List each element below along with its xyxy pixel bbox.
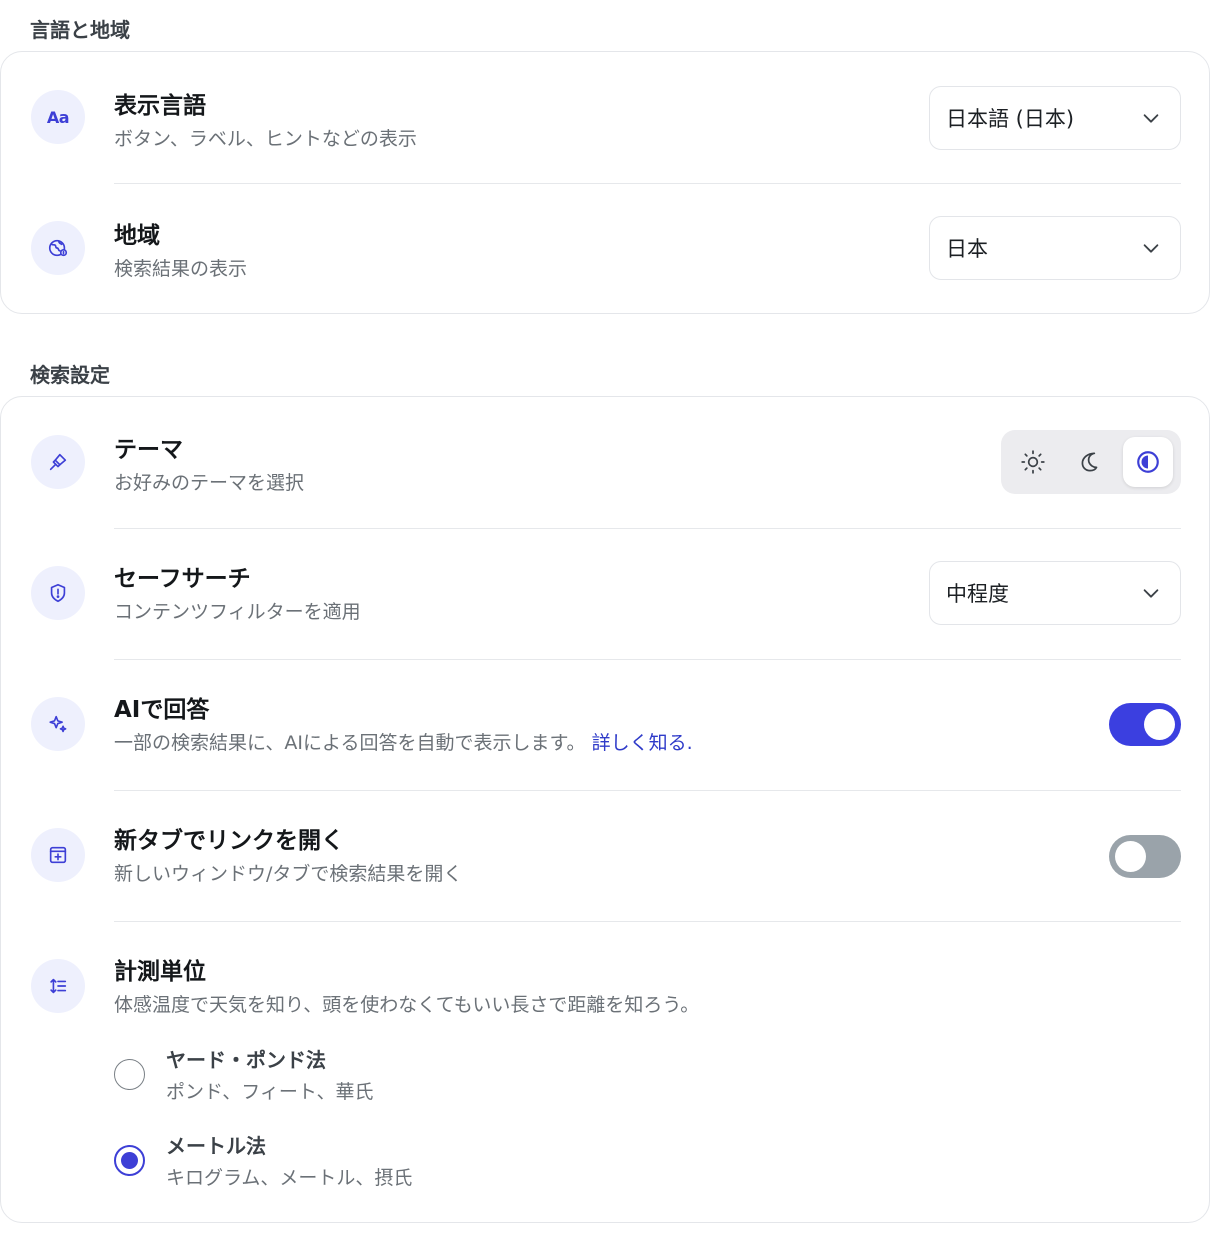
toggle-knob — [1144, 709, 1175, 740]
paintbrush-icon — [31, 435, 85, 489]
new-window-icon — [31, 828, 85, 882]
language-region-card: Aa 表示言語 ボタン、ラベル、ヒントなどの表示 日本語 (日本) 地域 検索結… — [0, 51, 1210, 314]
safe-search-description: コンテンツフィルターを適用 — [114, 601, 361, 623]
chevron-down-icon — [1143, 114, 1159, 123]
contrast-icon — [1137, 451, 1159, 473]
chevron-down-icon — [1143, 244, 1159, 253]
moon-icon — [1081, 452, 1098, 472]
theme-description: お好みのテーマを選択 — [114, 472, 305, 494]
sparkle-icon — [31, 697, 85, 751]
theme-light-button[interactable] — [1008, 437, 1058, 487]
display-language-row: Aa 表示言語 ボタン、ラベル、ヒントなどの表示 日本語 (日本) — [1, 52, 1209, 183]
theme-switcher — [1001, 430, 1181, 494]
region-value: 日本 — [946, 237, 988, 261]
sun-icon — [1021, 450, 1045, 474]
safe-search-select[interactable]: 中程度 — [929, 561, 1181, 625]
units-description: 体感温度で天気を知り、頭を使わなくてもいい長さで距離を知ろう。 — [114, 994, 700, 1016]
new-tab-description: 新しいウィンドウ/タブで検索結果を開く — [114, 863, 463, 885]
region-title: 地域 — [114, 223, 160, 249]
display-language-value: 日本語 (日本) — [946, 107, 1075, 131]
units-title: 計測単位 — [114, 959, 206, 985]
shield-icon — [31, 566, 85, 620]
ai-answers-row: AIで回答 一部の検索結果に、AIによる回答を自動で表示します。 詳しく知る. — [1, 660, 1209, 790]
safe-search-row: セーフサーチ コンテンツフィルターを適用 中程度 — [1, 529, 1209, 659]
display-language-description: ボタン、ラベル、ヒントなどの表示 — [114, 128, 417, 150]
section-title-search-settings: 検索設定 — [30, 363, 110, 387]
metric-radio[interactable] — [114, 1145, 145, 1176]
globe-icon — [31, 221, 85, 275]
language-icon: Aa — [31, 90, 85, 144]
settings-page: 言語と地域 Aa 表示言語 ボタン、ラベル、ヒントなどの表示 日本語 (日本) — [0, 0, 1224, 1240]
ai-answers-description-line: 一部の検索結果に、AIによる回答を自動で表示します。 詳しく知る. — [114, 728, 693, 755]
region-row: 地域 検索結果の表示 日本 — [1, 184, 1209, 314]
theme-row: テーマ お好みのテーマを選択 — [1, 397, 1209, 528]
toggle-knob — [1115, 841, 1146, 872]
metric-description: キログラム、メートル、摂氏 — [166, 1167, 413, 1189]
safe-search-title: セーフサーチ — [114, 566, 251, 592]
units-row: 計測単位 体感温度で天気を知り、頭を使わなくてもいい長さで距離を知ろう。 ヤード… — [1, 922, 1209, 1222]
new-tab-title: 新タブでリンクを開く — [114, 828, 344, 854]
section-title-language-region: 言語と地域 — [30, 18, 130, 42]
imperial-description: ポンド、フィート、華氏 — [166, 1081, 374, 1103]
theme-dark-button[interactable] — [1065, 437, 1115, 487]
ai-answers-description: 一部の検索結果に、AIによる回答を自動で表示します。 — [114, 732, 586, 754]
language-icon-text: Aa — [46, 107, 70, 127]
imperial-radio[interactable] — [114, 1059, 145, 1090]
learn-more-link[interactable]: 詳しく知る. — [592, 732, 693, 754]
display-language-select[interactable]: 日本語 (日本) — [929, 86, 1181, 150]
ai-answers-title: AIで回答 — [114, 697, 210, 723]
theme-title: テーマ — [114, 437, 183, 463]
region-select[interactable]: 日本 — [929, 216, 1181, 280]
ai-answers-toggle[interactable] — [1109, 703, 1181, 746]
search-settings-card: テーマ お好みのテーマを選択 セーフサーチ コンテンツフィルターを適用 中程度 … — [0, 396, 1210, 1223]
theme-system-button[interactable] — [1123, 437, 1173, 487]
new-tab-row: 新タブでリンクを開く 新しいウィンドウ/タブで検索結果を開く — [1, 791, 1209, 921]
chevron-down-icon — [1143, 589, 1159, 598]
display-language-title: 表示言語 — [114, 93, 206, 119]
metric-title: メートル法 — [166, 1134, 266, 1158]
imperial-title: ヤード・ポンド法 — [166, 1048, 326, 1072]
new-tab-toggle[interactable] — [1109, 835, 1181, 878]
region-description: 検索結果の表示 — [114, 258, 248, 280]
units-icon — [31, 959, 85, 1013]
safe-search-value: 中程度 — [946, 582, 1009, 606]
